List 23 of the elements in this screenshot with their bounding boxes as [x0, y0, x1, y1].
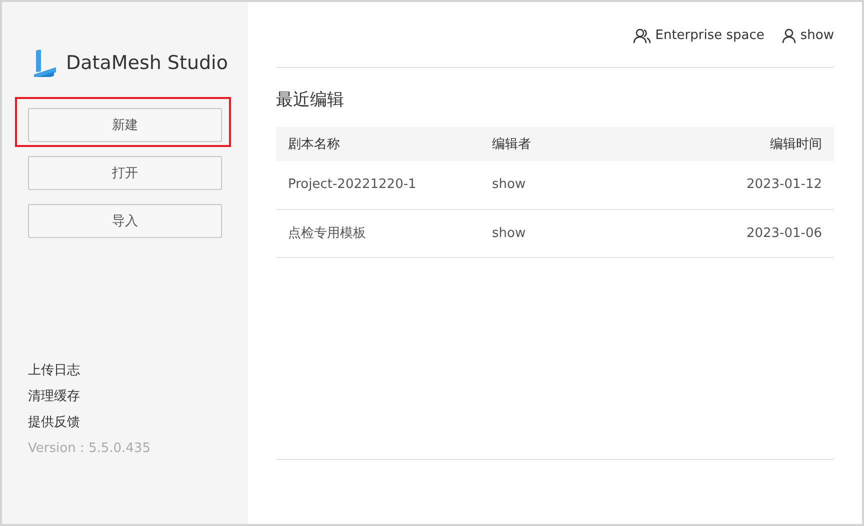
table-cell: show: [480, 209, 618, 257]
column-header: 剧本名称: [276, 127, 480, 161]
action-button[interactable]: 打开: [28, 156, 222, 190]
column-header: 编辑时间: [617, 127, 834, 161]
table-cell: 2023-01-06: [617, 209, 834, 257]
sidebar-link[interactable]: 上传日志: [28, 362, 248, 380]
user-link[interactable]: show: [782, 28, 834, 44]
logo-icon: [32, 49, 58, 77]
user-icon: [782, 28, 796, 44]
table-cell: show: [480, 161, 618, 209]
sidebar-link[interactable]: 清理缓存: [28, 388, 248, 406]
action-button[interactable]: 新建: [28, 108, 222, 142]
users-icon: [633, 28, 652, 44]
column-header: 编辑者: [480, 127, 618, 161]
section-title: 最近编辑: [276, 89, 345, 112]
sidebar-link[interactable]: 提供反馈: [28, 414, 248, 432]
action-button[interactable]: 导入: [28, 204, 222, 238]
app-name: DataMesh Studio: [66, 52, 228, 74]
version-text: Version : 5.5.0.435: [28, 440, 152, 458]
workspace-link[interactable]: Enterprise space: [633, 28, 764, 44]
table-cell: 点检专用模板: [276, 209, 480, 257]
table-cell: Project-20221220-1: [276, 161, 480, 209]
table-cell: 2023-01-12: [617, 161, 834, 209]
